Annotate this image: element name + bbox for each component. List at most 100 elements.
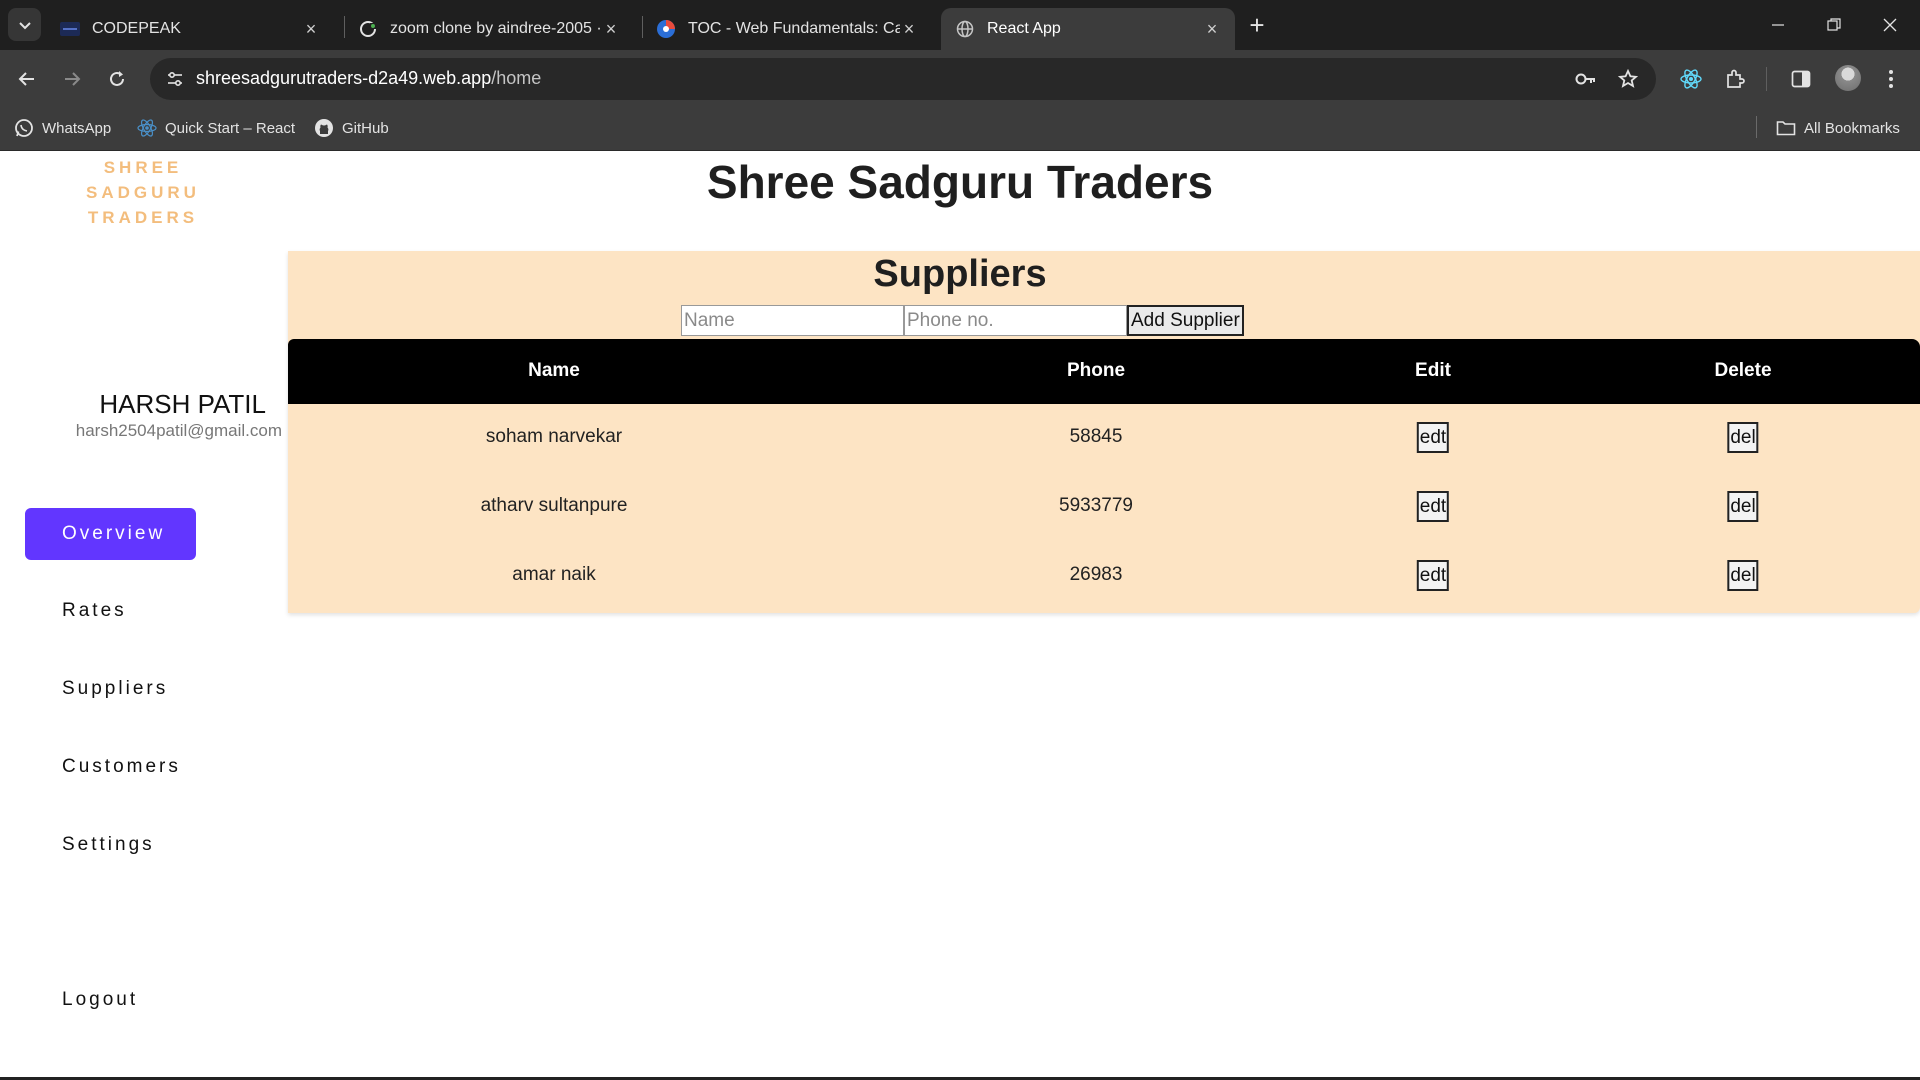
url-text[interactable]: shreesadgurutraders-d2a49.web.app/home [196,68,541,89]
edit-button[interactable]: edt [1416,491,1450,522]
globe-icon [955,19,975,39]
kebab-menu-icon[interactable] [1874,62,1908,96]
nav-overview[interactable]: Overview [25,508,196,560]
url-host: shreesadgurutraders-d2a49.web.app [196,68,492,88]
minimize-button[interactable] [1750,0,1806,50]
column-header-delete: Delete [1714,360,1772,381]
close-icon[interactable]: × [602,20,620,38]
supplier-phone: 26983 [1069,564,1123,585]
new-tab-button[interactable]: + [1243,12,1271,40]
supplier-phone-input[interactable] [904,305,1127,336]
star-icon[interactable] [1616,67,1640,91]
browser-toolbar: shreesadgurutraders-d2a49.web.app/home [0,50,1920,108]
reload-icon [110,71,124,86]
all-bookmarks-label: All Bookmarks [1804,119,1900,137]
tab-strip: CODEPEAK × zoom clone by aindree-2005 · … [0,0,1920,50]
logout-button[interactable]: Logout [62,989,138,1011]
supplier-name: amar naik [512,564,596,585]
codepeak-icon [60,19,80,39]
edit-button[interactable]: edt [1416,560,1450,591]
whatsapp-icon [14,118,34,138]
supplier-phone: 58845 [1069,426,1123,447]
tab-zoom-clone[interactable]: zoom clone by aindree-2005 · P × [344,8,634,50]
tab-codepeak[interactable]: CODEPEAK × [46,8,334,50]
bookmark-label: GitHub [342,119,389,137]
chevron-down-icon [18,21,31,29]
table-row: atharv sultanpure 5933779 edt del [288,473,1920,542]
tab-title: CODEPEAK [92,20,181,37]
supplier-name: atharv sultanpure [480,495,628,516]
tab-toc-web[interactable]: TOC - Web Fundamentals: Casc × [642,8,932,50]
tab-title: React App [987,20,1061,37]
page-content: SHREE SADGURU TRADERS HARSH PATIL harsh2… [0,151,1920,1080]
profile-avatar[interactable] [1835,65,1861,91]
close-icon [1883,18,1897,32]
bookmark-whatsapp[interactable]: WhatsApp [14,118,111,138]
user-email: harsh2504patil@gmail.com [75,421,282,440]
extensions-icon[interactable] [1718,62,1752,96]
bookmark-label: WhatsApp [42,119,112,137]
column-header-name: Name [528,360,580,381]
delete-button[interactable]: del [1727,560,1759,591]
bookmark-quick-start-react[interactable]: Quick Start – React [137,118,295,138]
bookmarks-bar: WhatsApp Quick Start – React GitHub All … [0,108,1920,151]
close-window-button[interactable] [1862,0,1918,50]
nav-rates[interactable]: Rates [62,600,127,622]
toolbar-divider [1766,67,1767,91]
table-header: Name Phone Edit Delete [288,339,1920,404]
supplier-name: soham narvekar [485,426,623,447]
arrow-right-icon [65,72,81,86]
table-row: amar naik 26983 edt del [288,542,1920,611]
column-header-phone: Phone [1066,360,1126,381]
tab-search-button[interactable] [8,8,41,41]
minimize-icon [1772,24,1784,26]
bookmarks-divider [1756,116,1757,138]
logo-line: SADGURU [86,183,200,202]
suppliers-panel: Suppliers Add Supplier Name Phone Edit D… [288,251,1920,613]
nav-suppliers[interactable]: Suppliers [62,678,168,700]
url-path: /home [491,68,542,88]
tab-react-app[interactable]: React App × [941,8,1235,50]
restore-icon [1827,18,1841,31]
codesandbox-icon [358,19,378,39]
user-name: HARSH PATIL [99,389,266,419]
close-icon[interactable]: × [302,20,320,38]
close-icon[interactable]: × [1203,20,1221,38]
react-icon [137,118,157,138]
github-icon [314,118,334,138]
folder-icon [1776,118,1796,138]
logo-line: SHREE [103,158,183,177]
edit-button[interactable]: edt [1416,422,1450,453]
back-button[interactable] [10,62,44,96]
restore-button[interactable] [1806,0,1862,50]
address-bar[interactable]: shreesadgurutraders-d2a49.web.app/home [150,58,1656,100]
forward-button[interactable] [55,62,89,96]
supplier-name-input[interactable] [681,305,904,336]
table-row: soham narvekar 58845 edt del [288,404,1920,473]
all-bookmarks-button[interactable]: All Bookmarks [1776,118,1900,138]
course-icon [656,19,676,39]
add-supplier-form: Add Supplier [681,305,1244,336]
column-header-edit: Edit [1415,360,1451,381]
side-panel-icon[interactable] [1784,62,1818,96]
nav-settings[interactable]: Settings [62,834,155,856]
reload-button[interactable] [100,62,134,96]
key-icon[interactable] [1574,67,1598,91]
page-title: Shree Sadguru Traders [706,156,1214,208]
close-icon[interactable]: × [900,20,918,38]
bookmark-label: Quick Start – React [165,119,296,137]
react-devtools-icon[interactable] [1674,62,1708,96]
delete-button[interactable]: del [1727,422,1759,453]
add-supplier-button[interactable]: Add Supplier [1127,305,1244,336]
arrow-left-icon [18,72,34,86]
logo-line: TRADERS [87,208,199,227]
tab-title: TOC - Web Fundamentals: Casc [688,20,900,37]
supplier-phone: 5933779 [1059,495,1133,516]
delete-button[interactable]: del [1727,491,1759,522]
tab-title: zoom clone by aindree-2005 · P [390,20,602,37]
nav-customers[interactable]: Customers [62,756,181,778]
section-title: Suppliers [873,253,1047,295]
site-info-icon[interactable] [164,68,186,90]
brand-logo: SHREE SADGURU TRADERS [70,155,216,230]
bookmark-github[interactable]: GitHub [314,118,389,138]
